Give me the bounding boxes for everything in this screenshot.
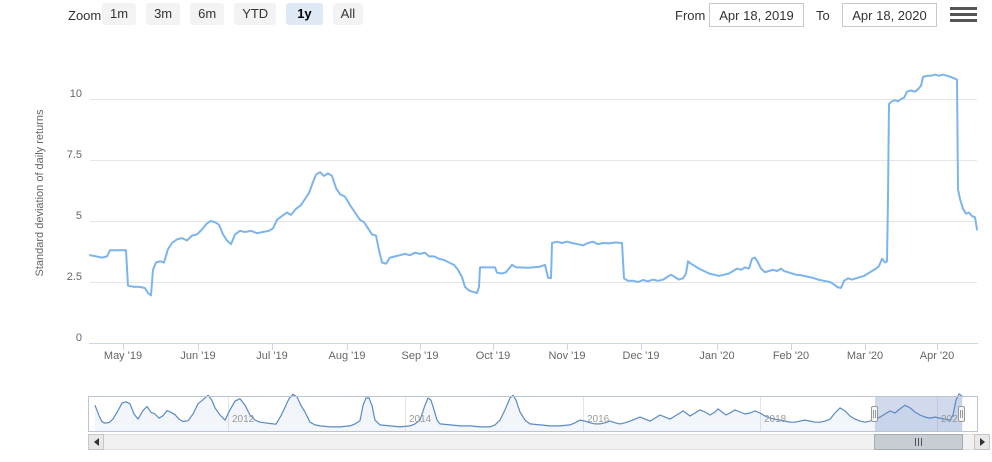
x-axis-label: Jan '20 [699,350,735,362]
x-axis-label: Apr '20 [919,350,955,362]
y-axis-label-7.5: 7.5 [66,149,82,161]
x-axis-label: Feb '20 [772,350,810,362]
navigator-handle-right[interactable] [958,406,965,422]
x-axis-label: Dec '19 [622,350,660,362]
navigator-year-label: 2016 [587,414,610,425]
x-axis-label: Mar '20 [846,350,884,362]
y-axis-label-0: 0 [75,332,82,344]
x-axis-label: May '19 [103,350,143,362]
navigator-year-label: 2018 [764,414,787,425]
navigator-handle-left[interactable] [871,406,878,422]
x-axis-label: Oct '19 [475,350,511,362]
x-axis-label: Aug '19 [328,350,366,362]
scrollbar-thumb[interactable] [874,434,963,450]
y-axis-label-2.5: 2.5 [66,271,82,283]
y-axis-label-10: 10 [69,88,82,100]
navigator-year-label: 2014 [409,414,432,425]
x-axis-label: Jul '19 [256,350,288,362]
x-axis-label: Sep '19 [401,350,439,362]
series-line [89,73,978,297]
scrollbar-track[interactable] [88,434,990,450]
scrollbar-right-arrow-icon[interactable] [974,434,990,450]
y-axis-label-5: 5 [75,210,82,222]
x-axis-label: Jun '19 [180,350,216,362]
volatility-chart-app: Zoom 1m3m6mYTD1yAll From To Standard dev… [0,0,992,462]
main-chart[interactable] [0,0,992,462]
navigator-area [95,393,963,431]
scrollbar-left-arrow-icon[interactable] [88,434,104,450]
x-axis-label: Nov '19 [548,350,586,362]
navigator-year-label: 2012 [232,414,255,425]
